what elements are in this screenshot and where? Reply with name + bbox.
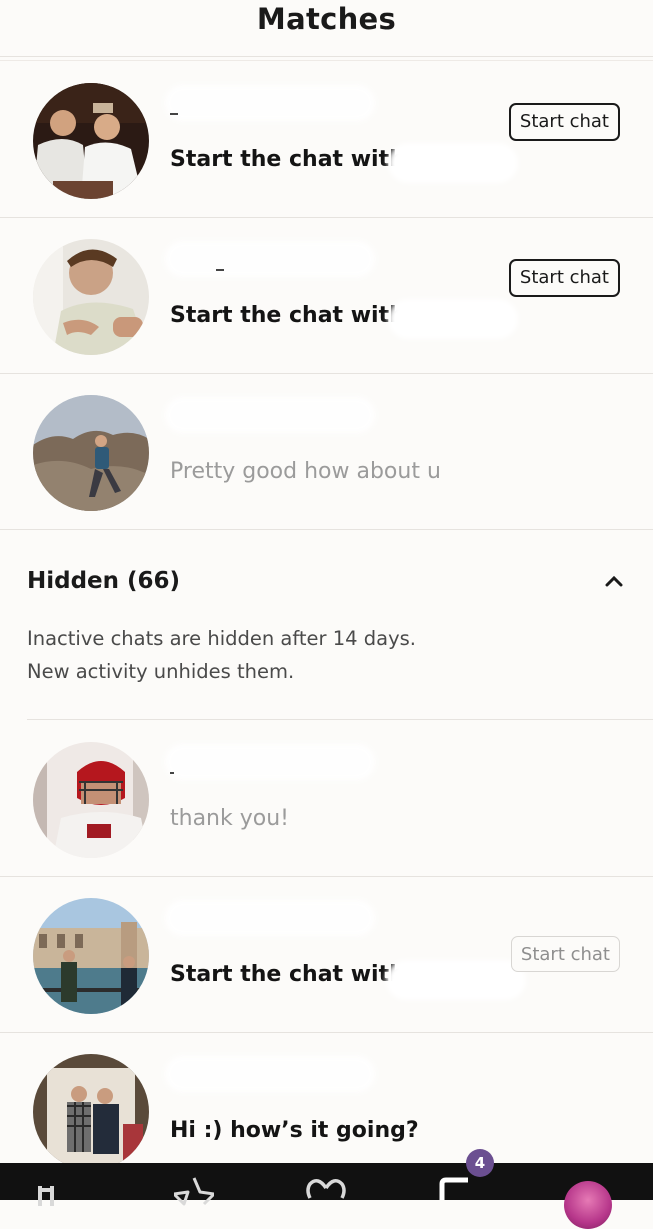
- star-icon[interactable]: [174, 1176, 214, 1206]
- hidden-title[interactable]: Hidden (66): [27, 568, 180, 594]
- avatar[interactable]: [33, 898, 149, 1014]
- last-message: Start the chat with: [170, 147, 405, 172]
- message-redaction: [388, 299, 518, 339]
- name-fragment: [216, 269, 224, 271]
- last-message: Start the chat with: [170, 962, 405, 987]
- last-message: Hi :) how’s it going?: [170, 1118, 419, 1143]
- last-message: Pretty good how about u: [170, 459, 441, 484]
- avatar[interactable]: [33, 83, 149, 199]
- header: Matches: [0, 0, 653, 57]
- last-message: thank you!: [170, 806, 289, 831]
- tab-bar: 4: [0, 1149, 653, 1229]
- name-redaction: [165, 85, 375, 121]
- name-redaction: [165, 241, 375, 277]
- last-message: Start the chat with: [170, 303, 405, 328]
- chevron-up-icon[interactable]: [605, 574, 623, 588]
- match-row[interactable]: Start the chat with Start chat: [0, 217, 653, 374]
- hidden-description: Inactive chats are hidden after 14 days.…: [27, 622, 416, 688]
- name-fragment: [170, 772, 174, 774]
- match-row[interactable]: thank you!: [0, 720, 653, 877]
- home-icon[interactable]: [36, 1176, 76, 1206]
- message-redaction: [388, 143, 518, 183]
- name-redaction: [165, 744, 375, 780]
- avatar[interactable]: [33, 1054, 149, 1170]
- message-redaction: [386, 960, 526, 1000]
- chat-badge: 4: [466, 1149, 494, 1177]
- heart-icon[interactable]: [306, 1176, 346, 1206]
- hidden-description-line: Inactive chats are hidden after 14 days.: [27, 627, 417, 650]
- avatar[interactable]: [33, 239, 149, 355]
- chat-icon[interactable]: [438, 1176, 478, 1206]
- profile-avatar[interactable]: [564, 1181, 612, 1229]
- name-redaction: [165, 900, 375, 936]
- name-fragment: [170, 113, 178, 115]
- start-chat-button[interactable]: Start chat: [508, 103, 620, 141]
- hidden-description-line: New activity unhides them.: [27, 660, 295, 683]
- hidden-section: Hidden (66) Inactive chats are hidden af…: [0, 530, 653, 720]
- match-row[interactable]: Start the chat with Start chat: [0, 876, 653, 1033]
- start-chat-button[interactable]: Start chat: [508, 259, 620, 297]
- match-row[interactable]: Pretty good how about u: [0, 373, 653, 530]
- name-redaction: [165, 397, 375, 433]
- avatar[interactable]: [33, 395, 149, 511]
- match-row[interactable]: Start the chat with Start chat: [0, 61, 653, 218]
- page-title: Matches: [256, 2, 397, 36]
- name-redaction: [165, 1056, 375, 1092]
- avatar[interactable]: [33, 742, 149, 858]
- start-chat-button[interactable]: Start chat: [510, 936, 620, 972]
